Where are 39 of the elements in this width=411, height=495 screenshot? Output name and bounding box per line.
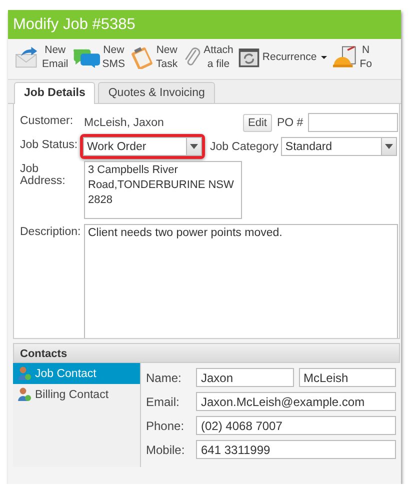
input-field[interactable]: 641 3311999 bbox=[196, 440, 396, 459]
po-field[interactable] bbox=[308, 113, 398, 132]
category-dropdown[interactable]: Standard bbox=[281, 137, 398, 156]
field-label: Job Address: bbox=[20, 162, 64, 189]
tab[interactable]: Job Details bbox=[14, 82, 96, 104]
field-label: Description: bbox=[20, 225, 82, 240]
field-label: Mobile: bbox=[146, 442, 186, 459]
toolbar-button[interactable]: New Email bbox=[13, 43, 70, 71]
toolbar-button[interactable]: Attach a file bbox=[182, 43, 234, 71]
toolbar-button[interactable]: N Fo bbox=[330, 43, 373, 71]
field-label: Email: bbox=[146, 394, 180, 411]
field-label: Job Category bbox=[210, 140, 278, 152]
tab[interactable]: Quotes & Invoicing bbox=[98, 82, 215, 103]
toolbar-button[interactable]: New Task bbox=[129, 43, 179, 71]
person-icon bbox=[18, 366, 31, 381]
envelope-icon bbox=[14, 46, 40, 68]
customer-name: McLeish, Jaxon bbox=[84, 116, 165, 128]
calendar-icon bbox=[238, 46, 260, 68]
helmet-icon bbox=[332, 45, 358, 69]
edit-button[interactable]: Edit bbox=[243, 114, 272, 132]
field-label: PO # bbox=[276, 116, 304, 128]
input-field[interactable]: McLeish bbox=[298, 368, 396, 387]
input-field[interactable]: (02) 4068 7007 bbox=[196, 416, 396, 435]
section-header: Contacts bbox=[13, 343, 400, 363]
address-field[interactable]: 3 Campbells River Road,TONDERBURINE NSW 2828 bbox=[84, 161, 242, 219]
field-label: Phone: bbox=[146, 418, 186, 435]
toolbar-button[interactable]: Recurrence bbox=[237, 46, 328, 68]
caret-icon bbox=[190, 144, 198, 149]
window-title: Modify Job #5385 bbox=[12, 15, 136, 34]
field-label: Customer: bbox=[20, 114, 74, 129]
caret-icon bbox=[385, 144, 394, 149]
field-label: Job Status: bbox=[20, 138, 79, 153]
input-field[interactable]: Jaxon bbox=[196, 368, 294, 387]
input-field[interactable]: Jaxon.McLeish@example.com bbox=[196, 392, 396, 411]
person-icon bbox=[18, 387, 31, 402]
status-dropdown[interactable]: Work Order bbox=[83, 137, 202, 156]
field-label: Name: bbox=[146, 370, 182, 387]
toolbar-button[interactable]: New SMS bbox=[72, 43, 126, 71]
contact-item[interactable]: Billing Contact bbox=[13, 384, 140, 405]
